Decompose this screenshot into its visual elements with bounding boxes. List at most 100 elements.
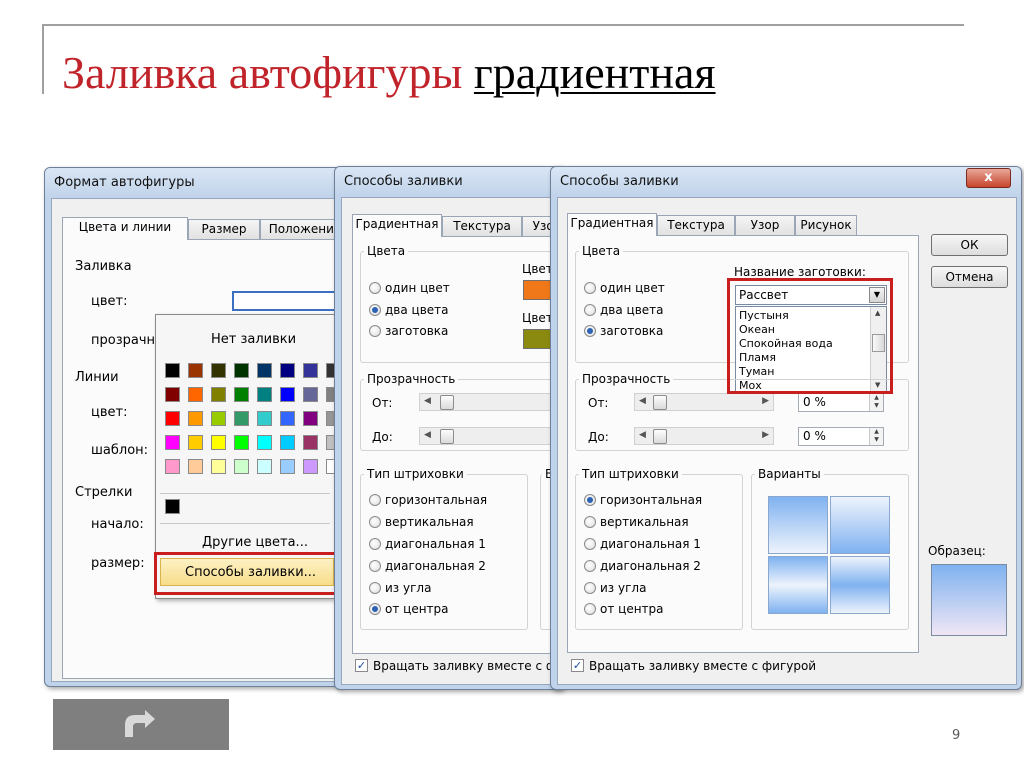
tab-position[interactable]: Положение — [260, 219, 343, 239]
palette-swatch[interactable] — [303, 387, 318, 402]
palette-swatch[interactable] — [257, 387, 272, 402]
tab-gradient[interactable]: Градиентная — [567, 213, 657, 236]
tab-texture[interactable]: Текстура — [657, 215, 735, 235]
gradient-variant-1[interactable] — [768, 496, 828, 554]
slider-left-arrow-icon[interactable]: ◀ — [424, 430, 431, 440]
palette-swatch[interactable] — [234, 411, 249, 426]
palette-swatch[interactable] — [165, 411, 180, 426]
slider-thumb[interactable] — [653, 395, 667, 410]
slider-left-arrow-icon[interactable]: ◀ — [639, 396, 646, 406]
shading-diagonal1-radio[interactable] — [584, 538, 596, 550]
shading-horizontal-radio[interactable] — [584, 494, 596, 506]
slider-left-arrow-icon[interactable]: ◀ — [424, 396, 431, 406]
palette-swatch[interactable] — [234, 435, 249, 450]
palette-swatch[interactable] — [211, 363, 226, 378]
tab-pattern[interactable]: Узор — [735, 215, 795, 235]
palette-swatch[interactable] — [280, 459, 295, 474]
shading-horizontal-radio[interactable] — [369, 494, 381, 506]
slider-thumb[interactable] — [440, 395, 454, 410]
palette-swatch[interactable] — [280, 435, 295, 450]
palette-swatch[interactable] — [257, 435, 272, 450]
radio-preset[interactable] — [369, 325, 381, 337]
radio-one-color[interactable] — [369, 282, 381, 294]
shading-from-corner-radio[interactable] — [369, 582, 381, 594]
recent-color-swatch[interactable] — [165, 499, 180, 514]
slider-right-arrow-icon[interactable]: ▶ — [762, 430, 769, 440]
gradient-variant-2[interactable] — [830, 496, 890, 554]
transparency-to-slider[interactable]: ◀ ▶ — [634, 427, 774, 445]
palette-swatch[interactable] — [188, 363, 203, 378]
transparency-to-slider[interactable]: ◀ — [419, 427, 563, 445]
palette-swatch[interactable] — [303, 435, 318, 450]
palette-swatch[interactable] — [234, 363, 249, 378]
slider-right-arrow-icon[interactable]: ▶ — [762, 396, 769, 406]
palette-swatch[interactable] — [280, 363, 295, 378]
palette-swatch[interactable] — [188, 387, 203, 402]
close-icon[interactable]: x — [966, 168, 1011, 188]
palette-swatch[interactable] — [257, 459, 272, 474]
tab-colors-lines[interactable]: Цвета и линии — [62, 217, 188, 240]
palette-swatch[interactable] — [188, 411, 203, 426]
rotate-fill-checkbox[interactable]: ✓ — [355, 659, 368, 672]
palette-swatch[interactable] — [211, 435, 226, 450]
palette-swatch[interactable] — [165, 459, 180, 474]
palette-swatch[interactable] — [303, 363, 318, 378]
transparency-from-slider[interactable]: ◀ ▶ — [634, 393, 774, 411]
no-fill-option[interactable]: Нет заливки — [211, 332, 296, 347]
palette-swatch[interactable] — [303, 459, 318, 474]
transparency-from-slider[interactable]: ◀ — [419, 393, 563, 411]
tab-gradient[interactable]: Градиентная — [352, 214, 442, 237]
ok-button[interactable]: ОК — [931, 234, 1008, 256]
cancel-button[interactable]: Отмена — [931, 266, 1008, 288]
palette-swatch[interactable] — [188, 435, 203, 450]
sample-label: Образец: — [928, 544, 986, 558]
spin-arrows-icon[interactable]: ▲ ▼ — [869, 394, 883, 411]
radio-preset[interactable] — [584, 325, 596, 337]
palette-swatch[interactable] — [234, 459, 249, 474]
shading-diagonal1-radio[interactable] — [369, 538, 381, 550]
palette-swatch[interactable] — [165, 387, 180, 402]
fill-color-select[interactable] — [232, 291, 336, 311]
shading-from-center-radio[interactable] — [584, 603, 596, 615]
palette-swatch[interactable] — [234, 387, 249, 402]
palette-swatch[interactable] — [188, 459, 203, 474]
palette-swatch[interactable] — [165, 363, 180, 378]
back-button[interactable] — [53, 699, 229, 750]
shading-diagonal2-radio[interactable] — [369, 560, 381, 572]
palette-swatch[interactable] — [211, 387, 226, 402]
radio-two-colors[interactable] — [584, 304, 596, 316]
slider-thumb[interactable] — [440, 429, 454, 444]
shading-vertical-radio[interactable] — [369, 516, 381, 528]
transparency-to-value[interactable]: 0 % ▲ ▼ — [798, 427, 884, 446]
other-colors-option[interactable]: Другие цвета... — [202, 535, 308, 550]
tab-size[interactable]: Размер — [188, 219, 260, 239]
palette-swatch[interactable] — [257, 411, 272, 426]
palette-swatch[interactable] — [211, 411, 226, 426]
palette-swatch[interactable] — [257, 363, 272, 378]
shading-vertical-radio[interactable] — [584, 516, 596, 528]
shading-diagonal2-radio[interactable] — [584, 560, 596, 572]
transparency-group-label: Прозрачность — [579, 372, 674, 386]
palette-swatch[interactable] — [165, 435, 180, 450]
palette-swatch[interactable] — [280, 411, 295, 426]
variants-group-label: Варианты — [755, 467, 824, 481]
transparency-from-value[interactable]: 0 % ▲ ▼ — [798, 393, 884, 412]
slider-left-arrow-icon[interactable]: ◀ — [639, 430, 646, 440]
tab-picture[interactable]: Рисунок — [795, 215, 857, 235]
gradient-variant-3[interactable] — [768, 556, 828, 614]
spin-arrows-icon[interactable]: ▲ ▼ — [869, 428, 883, 445]
radio-one-color[interactable] — [584, 282, 596, 294]
tab-texture[interactable]: Текстура — [442, 216, 522, 236]
rotate-fill-checkbox[interactable]: ✓ — [571, 659, 584, 672]
radio-two-colors[interactable] — [369, 304, 381, 316]
palette-swatch[interactable] — [303, 411, 318, 426]
slider-thumb[interactable] — [653, 429, 667, 444]
color-palette — [165, 363, 334, 483]
palette-swatch[interactable] — [280, 387, 295, 402]
shading-from-corner-radio[interactable] — [584, 582, 596, 594]
shading-from-center-radio[interactable] — [369, 603, 381, 615]
radio-two-colors-label: два цвета — [600, 303, 664, 317]
gradient-variant-4[interactable] — [830, 556, 890, 614]
palette-swatch[interactable] — [211, 459, 226, 474]
shading-from-corner-label: из угла — [385, 581, 432, 595]
